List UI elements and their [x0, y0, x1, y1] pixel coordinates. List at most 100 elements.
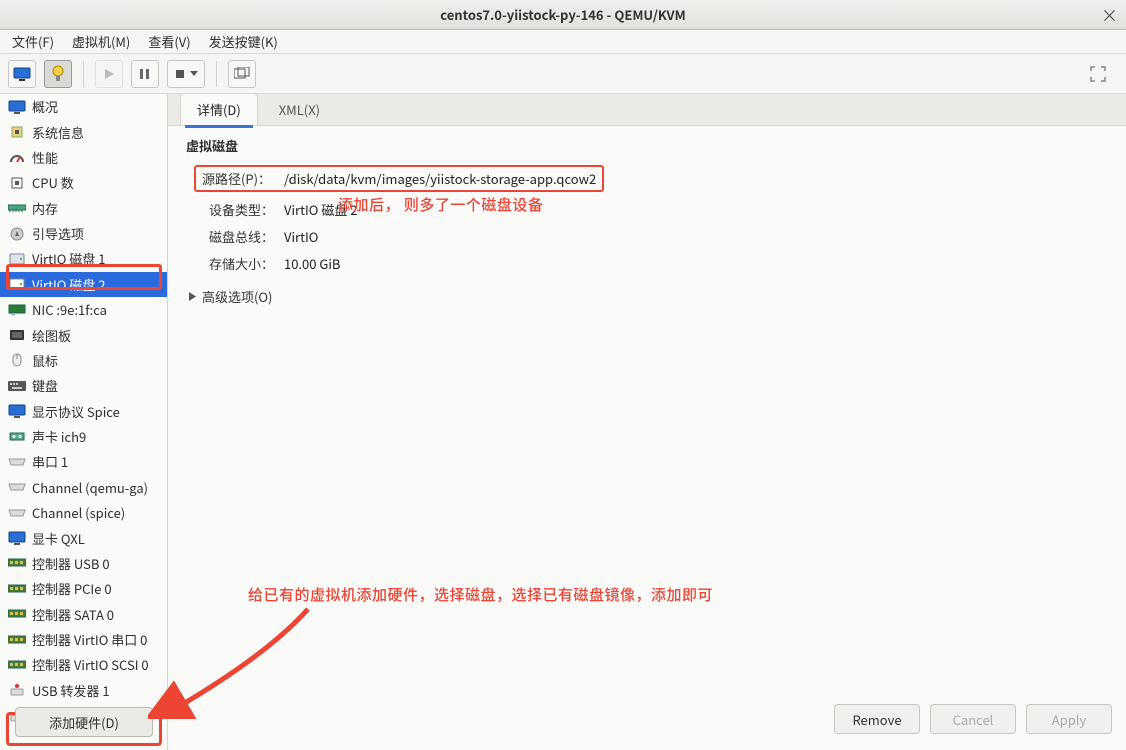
sidebar-item[interactable]: 键盘	[0, 373, 167, 398]
sidebar-item[interactable]: 系统信息	[0, 119, 167, 144]
bus-label: 磁盘总线：	[194, 227, 274, 246]
sidebar-item-label: 显示协议 Spice	[32, 402, 120, 421]
sidebar-item[interactable]: 串口 1	[0, 449, 167, 474]
sidebar-item[interactable]: 鼠标	[0, 348, 167, 373]
details-view-button[interactable]	[44, 60, 72, 88]
sidebar-item[interactable]: NIC :9e:1f:ca	[0, 297, 167, 322]
sidebar-item[interactable]: 性能	[0, 145, 167, 170]
details-pane: 详情(D) XML(X) 虚拟磁盘 源路径(P)： /disk/data/kvm…	[168, 94, 1126, 750]
source-path-value: /disk/data/kvm/images/yiistock-storage-a…	[284, 169, 596, 188]
sidebar-item[interactable]: 控制器 PCIe 0	[0, 576, 167, 601]
serial-icon	[8, 454, 26, 470]
fullscreen-icon	[1089, 65, 1107, 83]
sidebar-item[interactable]: 显卡 QXL	[0, 525, 167, 550]
sidebar-item[interactable]: 内存	[0, 196, 167, 221]
chip-icon	[8, 124, 26, 140]
tablet-icon	[8, 327, 26, 343]
apply-button[interactable]: Apply	[1026, 704, 1112, 734]
sidebar-item-label: 控制器 VirtIO 串口 0	[32, 630, 147, 649]
play-icon	[103, 68, 115, 80]
sidebar-item-label: NIC :9e:1f:ca	[32, 300, 107, 319]
sidebar-item[interactable]: Channel (qemu-ga)	[0, 475, 167, 500]
content-area: 概况系统信息性能 CPU 数内存引导选项 VirtIO 磁盘 1 VirtIO 磁盘 …	[0, 94, 1126, 750]
sidebar-item[interactable]: VirtIO 磁盘 2	[0, 272, 167, 297]
sidebar-item-label: 声卡 ich9	[32, 427, 86, 446]
annotation-text-top: 添加后， 则多了一个磁盘设备	[338, 194, 543, 215]
sidebar-item-label: VirtIO 磁盘 2	[32, 275, 106, 294]
sidebar-item[interactable]: Channel (spice)	[0, 500, 167, 525]
sidebar-item-label: 概况	[32, 97, 58, 116]
sidebar-item[interactable]: 绘图板	[0, 322, 167, 347]
sidebar-item[interactable]: CPU 数	[0, 170, 167, 195]
ctrl-icon	[8, 632, 26, 648]
window-title: centos7.0-yiistock-py-146 - QEMU/KVM	[440, 5, 685, 24]
sound-icon	[8, 429, 26, 445]
sidebar-item-label: Channel (qemu-ga)	[32, 478, 148, 497]
annotation-highlight-addhw: 添加硬件(D)	[6, 712, 162, 746]
monitor-icon	[8, 403, 26, 419]
disk-icon	[8, 276, 26, 292]
sidebar-item-label: 系统信息	[32, 123, 84, 142]
annotation-highlight-path: 源路径(P)： /disk/data/kvm/images/yiistock-s…	[194, 165, 604, 192]
sidebar-item-label: 控制器 SATA 0	[32, 605, 114, 624]
cancel-button[interactable]: Cancel	[930, 704, 1016, 734]
toolbar-separator	[83, 61, 84, 87]
sidebar-item-label: 内存	[32, 199, 58, 218]
advanced-options-label: 高级选项(O)	[202, 287, 272, 306]
sidebar-item[interactable]: VirtIO 磁盘 1	[0, 246, 167, 271]
add-hardware-button[interactable]: 添加硬件(D)	[15, 707, 153, 737]
run-button[interactable]	[95, 60, 123, 88]
section-heading: 虚拟磁盘	[186, 136, 1108, 155]
sidebar-item-label: Channel (spice)	[32, 503, 125, 522]
sidebar-item-label: VirtIO 磁盘 1	[32, 249, 106, 268]
footer-buttons: Remove Cancel Apply	[834, 704, 1112, 734]
sidebar-item[interactable]: 控制器 VirtIO SCSI 0	[0, 652, 167, 677]
sidebar-item[interactable]: 控制器 SATA 0	[0, 602, 167, 627]
sidebar-item[interactable]: 声卡 ich9	[0, 424, 167, 449]
menu-vm[interactable]: 虚拟机(M)	[68, 30, 134, 53]
triangle-right-icon	[188, 292, 197, 301]
shutdown-menu[interactable]	[167, 60, 205, 88]
window-titlebar: centos7.0-yiistock-py-146 - QEMU/KVM ×	[0, 0, 1126, 30]
details-tabs: 详情(D) XML(X)	[168, 94, 1126, 126]
usb-icon	[8, 682, 26, 698]
snapshots-button[interactable]	[228, 60, 256, 88]
sidebar-item-label: 绘图板	[32, 326, 71, 345]
serial-icon	[8, 505, 26, 521]
remove-button[interactable]: Remove	[834, 704, 920, 734]
menu-sendkey[interactable]: 发送按键(K)	[205, 30, 282, 53]
sidebar-item[interactable]: 控制器 USB 0	[0, 551, 167, 576]
menu-view[interactable]: 查看(V)	[144, 30, 194, 53]
monitor-icon	[8, 530, 26, 546]
pause-button[interactable]	[131, 60, 159, 88]
console-view-button[interactable]	[8, 60, 36, 88]
close-icon[interactable]: ×	[1101, 2, 1118, 27]
tab-details[interactable]: 详情(D)	[180, 93, 258, 125]
virtual-disk-details: 虚拟磁盘 源路径(P)： /disk/data/kvm/images/yiist…	[168, 126, 1126, 326]
nic-icon	[8, 302, 26, 318]
sidebar-item[interactable]: 引导选项	[0, 221, 167, 246]
memory-icon	[8, 200, 26, 216]
advanced-options-expander[interactable]: 高级选项(O)	[188, 287, 1106, 306]
sidebar-item[interactable]: USB 转发器 1	[0, 678, 167, 703]
size-label: 存储大小：	[194, 254, 274, 273]
source-path-label: 源路径(P)：	[202, 169, 274, 188]
sidebar-item-label: 串口 1	[32, 452, 68, 471]
chevron-down-icon	[190, 71, 198, 76]
serial-icon	[8, 479, 26, 495]
sidebar-item[interactable]: 概况	[0, 94, 167, 119]
monitor-icon	[8, 99, 26, 115]
sidebar-item-label: 鼠标	[32, 351, 58, 370]
fullscreen-button[interactable]	[1084, 60, 1112, 88]
meter-icon	[8, 149, 26, 165]
sidebar-item[interactable]: 显示协议 Spice	[0, 399, 167, 424]
size-value: 10.00 GiB	[284, 254, 340, 273]
menu-file[interactable]: 文件(F)	[8, 30, 58, 53]
tab-xml[interactable]: XML(X)	[262, 93, 337, 125]
sidebar-item-label: 引导选项	[32, 224, 84, 243]
annotation-arrow	[148, 599, 348, 719]
sidebar-item[interactable]: 控制器 VirtIO 串口 0	[0, 627, 167, 652]
toolbar-separator	[216, 61, 217, 87]
sidebar-item-label: 性能	[32, 148, 58, 167]
sidebar-item-label: CPU 数	[32, 173, 74, 192]
